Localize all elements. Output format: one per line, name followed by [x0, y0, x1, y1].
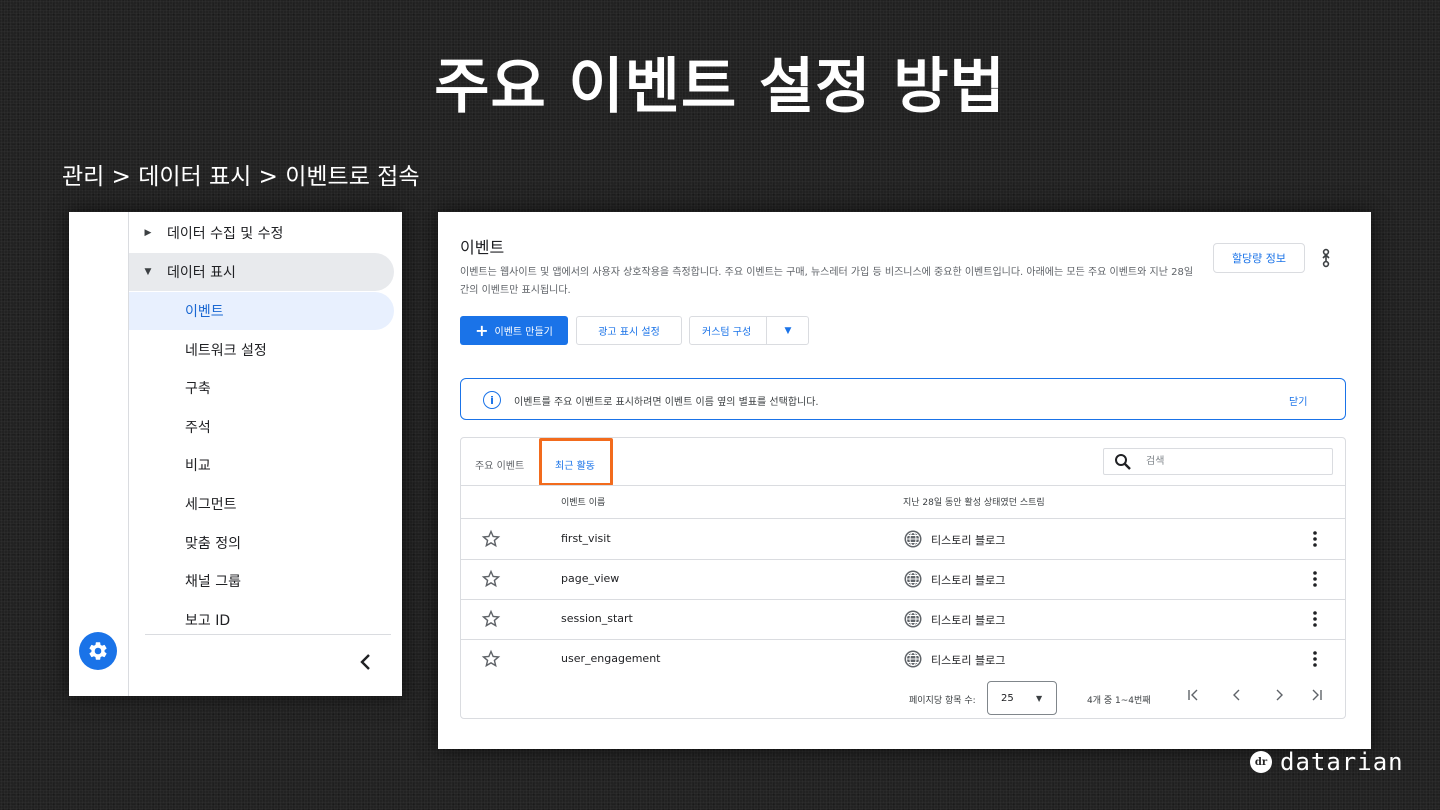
custom-config-dropdown[interactable]: ▼ — [768, 316, 808, 345]
table-row: user_engagement 티스토리 블로그 — [461, 639, 1345, 679]
events-panel: 이벤트 이벤트는 웹사이트 및 앱에서의 사용자 상호작용을 측정합니다. 주요… — [438, 212, 1371, 749]
next-page-button[interactable] — [1269, 688, 1289, 706]
nav-item-annotations[interactable]: 주석 — [129, 408, 394, 446]
column-header-streams[interactable]: 지난 28일 동안 활성 상태였던 스트림 — [903, 495, 1045, 508]
slide-title: 주요 이벤트 설정 방법 — [434, 52, 1006, 122]
create-event-button[interactable]: + 이벤트 만들기 — [460, 316, 568, 345]
nav-item-label: 이벤트 — [185, 304, 224, 320]
caret-down-icon: ▼ — [1036, 694, 1043, 703]
admin-nav-panel: ▶ 데이터 수집 및 수정 ▼ 데이터 표시 이벤트 네트워크 설정 구축 주석… — [69, 212, 402, 696]
globe-icon — [904, 530, 922, 548]
star-icon[interactable] — [481, 609, 501, 629]
globe-icon — [904, 650, 922, 668]
star-icon[interactable] — [481, 649, 501, 669]
table-row: first_visit 티스토리 블로그 — [461, 519, 1345, 559]
stream-name: 티스토리 블로그 — [931, 534, 1006, 547]
column-header-event-name[interactable]: 이벤트 이름 — [561, 495, 605, 508]
star-icon[interactable] — [481, 529, 501, 549]
first-page-icon — [1188, 689, 1198, 701]
more-vert-icon[interactable] — [1311, 610, 1319, 628]
tab-key-events[interactable]: 주요 이벤트 — [475, 457, 524, 472]
caret-down-icon: ▼ — [144, 267, 152, 277]
nav-item-network-settings[interactable]: 네트워크 설정 — [129, 331, 394, 369]
gear-icon — [89, 642, 107, 660]
caret-down-icon: ▼ — [784, 325, 792, 336]
pagination-range: 4개 중 1~4번째 — [1087, 696, 1151, 706]
event-name: page_view — [561, 572, 620, 585]
nav-section-data-collection[interactable]: ▶ 데이터 수집 및 수정 — [129, 214, 394, 252]
event-name: user_engagement — [561, 652, 661, 665]
split-divider — [766, 316, 767, 345]
nav-item-custom-definitions[interactable]: 맞춤 정의 — [129, 524, 394, 562]
nav-item-segments[interactable]: 세그먼트 — [129, 485, 394, 523]
plus-icon: + — [475, 320, 489, 340]
event-name: session_start — [561, 612, 633, 625]
rows-per-page-label: 페이지당 항목 수: — [909, 696, 976, 706]
info-text: 이벤트를 주요 이벤트로 표시하려면 이벤트 이름 옆의 별표를 선택합니다. — [514, 397, 819, 408]
nav-item-label: 채널 그룹 — [185, 574, 241, 590]
admin-settings-button[interactable] — [79, 632, 117, 670]
nav-item-label: 맞춤 정의 — [185, 536, 241, 552]
nav-section-data-display[interactable]: ▼ 데이터 표시 — [129, 253, 394, 291]
close-banner-button[interactable]: 닫기 — [1289, 393, 1307, 408]
custom-config-label: 커스텀 구성 — [702, 327, 752, 338]
nav-item-label: 보고 ID — [185, 613, 231, 629]
left-rail — [69, 212, 129, 696]
nav-item-label: 주석 — [185, 420, 211, 436]
ad-display-settings-button[interactable]: 광고 표시 설정 — [576, 316, 682, 345]
brand-name: datarian — [1280, 748, 1404, 776]
event-name: first_visit — [561, 532, 611, 545]
nav-item-label: 세그먼트 — [185, 497, 237, 513]
rows-per-page-select[interactable]: 25 ▼ — [987, 681, 1057, 715]
nav-divider — [145, 634, 391, 635]
info-banner: i 이벤트를 주요 이벤트로 표시하려면 이벤트 이름 옆의 별표를 선택합니다… — [460, 378, 1346, 420]
chevron-left-icon — [1233, 689, 1240, 701]
table-row: session_start 티스토리 블로그 — [461, 599, 1345, 639]
nav-section-label: 데이터 수집 및 수정 — [167, 226, 284, 242]
caret-right-icon: ▶ — [144, 228, 152, 238]
highlight-box — [539, 438, 613, 486]
rows-per-page-value: 25 — [1001, 693, 1014, 704]
stream-name: 티스토리 블로그 — [931, 654, 1006, 667]
events-table-card: 주요 이벤트 최근 활동 이벤트 이름 지난 28일 동안 활성 상태였던 스트… — [460, 437, 1346, 719]
quota-info-button[interactable]: 할당량 정보 — [1213, 243, 1305, 273]
more-vert-icon[interactable] — [1311, 530, 1319, 548]
search-icon — [1115, 454, 1131, 470]
page-description: 이벤트는 웹사이트 및 앱에서의 사용자 상호작용을 측정합니다. 주요 이벤트… — [460, 267, 1194, 296]
chevron-left-icon — [360, 654, 370, 670]
globe-icon — [904, 570, 922, 588]
globe-icon — [904, 610, 922, 628]
search-input[interactable] — [1146, 452, 1326, 471]
nav-item-build[interactable]: 구축 — [129, 369, 394, 407]
nav-item-label: 구축 — [185, 381, 211, 397]
collapse-nav-button[interactable] — [354, 652, 378, 677]
nav-item-channel-groups[interactable]: 채널 그룹 — [129, 562, 394, 600]
feedback-icon[interactable] — [1320, 247, 1332, 269]
more-vert-icon[interactable] — [1311, 650, 1319, 668]
nav-item-events[interactable]: 이벤트 — [129, 292, 394, 330]
chevron-right-icon — [1276, 689, 1283, 701]
stream-name: 티스토리 블로그 — [931, 574, 1006, 587]
star-icon[interactable] — [481, 569, 501, 589]
nav-item-label: 비교 — [185, 458, 211, 474]
navigation-path: 관리 > 데이터 표시 > 이벤트로 접속 — [62, 164, 420, 190]
last-page-button[interactable] — [1307, 688, 1327, 706]
nav-section-label: 데이터 표시 — [167, 265, 236, 281]
table-row: page_view 티스토리 블로그 — [461, 559, 1345, 599]
search-box[interactable] — [1103, 448, 1333, 475]
page-title: 이벤트 — [460, 238, 505, 257]
info-icon: i — [483, 391, 501, 409]
brand-logo: dr datarian — [1250, 748, 1404, 776]
nav-item-comparisons[interactable]: 비교 — [129, 446, 394, 484]
datarian-logo-icon: dr — [1250, 751, 1272, 773]
stream-name: 티스토리 블로그 — [931, 614, 1006, 627]
more-vert-icon[interactable] — [1311, 570, 1319, 588]
first-page-button[interactable] — [1183, 688, 1203, 706]
divider — [461, 485, 1345, 486]
create-event-label: 이벤트 만들기 — [494, 327, 553, 338]
nav-item-label: 네트워크 설정 — [185, 343, 267, 359]
previous-page-button[interactable] — [1227, 688, 1247, 706]
last-page-icon — [1312, 689, 1322, 701]
